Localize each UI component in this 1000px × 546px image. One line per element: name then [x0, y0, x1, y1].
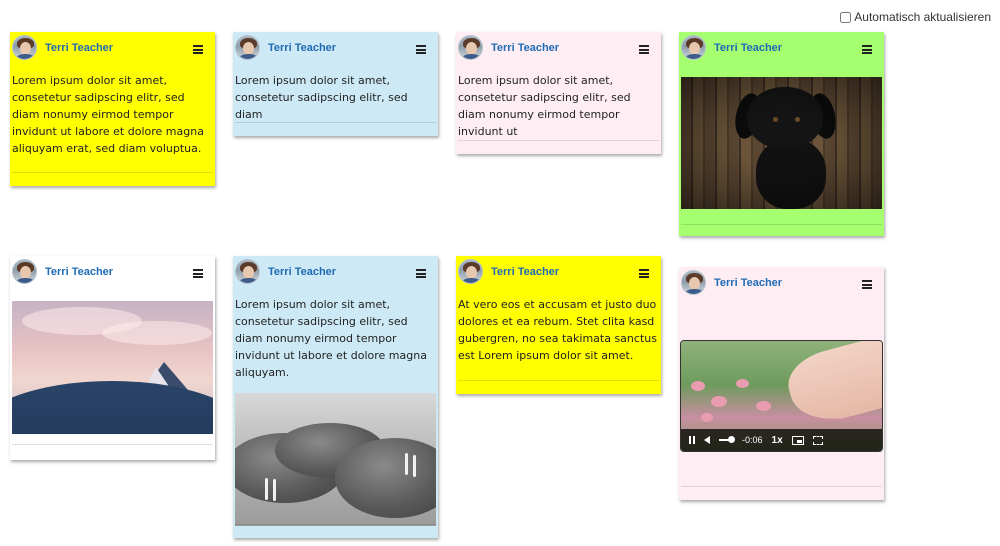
walrus-image[interactable] [235, 393, 436, 526]
avatar [235, 259, 260, 284]
menu-icon[interactable] [193, 45, 203, 54]
post-card: Terri Teacher -0:06 1x [679, 267, 884, 500]
avatar [681, 35, 706, 60]
pause-icon[interactable] [689, 436, 695, 444]
post-card: Terri Teacher [679, 32, 884, 236]
autoupdate-label: Automatisch aktualisieren [854, 10, 991, 24]
post-card: Terri Teacher [10, 256, 215, 460]
avatar [458, 35, 483, 60]
video-controls: -0:06 1x [681, 429, 882, 451]
card-footer [235, 524, 436, 538]
menu-icon[interactable] [639, 269, 649, 278]
author-name[interactable]: Terri Teacher [491, 42, 559, 54]
menu-icon[interactable] [862, 45, 872, 54]
menu-icon[interactable] [193, 269, 203, 278]
card-header: Terri Teacher [456, 256, 661, 296]
menu-icon[interactable] [416, 45, 426, 54]
card-header: Terri Teacher [10, 32, 215, 72]
video-time: -0:06 [742, 435, 763, 445]
mountain-image[interactable] [12, 301, 213, 434]
avatar [681, 270, 706, 295]
card-footer [681, 224, 882, 236]
post-card: Terri Teacher Lorem ipsum dolor sit amet… [233, 256, 438, 538]
card-text: Lorem ipsum dolor sit amet, consetetur s… [12, 74, 204, 155]
author-name[interactable]: Terri Teacher [268, 42, 336, 54]
card-footer [458, 380, 659, 394]
author-name[interactable]: Terri Teacher [714, 277, 782, 289]
menu-icon[interactable] [862, 280, 872, 289]
card-footer [235, 122, 436, 136]
menu-icon[interactable] [416, 269, 426, 278]
post-card: Terri Teacher At vero eos et accusam et … [456, 256, 661, 394]
card-header: Terri Teacher [233, 32, 438, 72]
card-header: Terri Teacher [679, 267, 884, 307]
avatar [235, 35, 260, 60]
card-header: Terri Teacher [456, 32, 661, 72]
dog-image[interactable] [681, 77, 882, 209]
card-text: Lorem ipsum dolor sit amet, consetetur s… [458, 74, 631, 138]
menu-icon[interactable] [639, 45, 649, 54]
author-name[interactable]: Terri Teacher [268, 266, 336, 278]
card-header: Terri Teacher [679, 32, 884, 72]
avatar [12, 35, 37, 60]
card-footer [458, 140, 659, 154]
fullscreen-icon[interactable] [812, 435, 823, 445]
card-header: Terri Teacher [10, 256, 215, 296]
autoupdate-toggle[interactable]: Automatisch aktualisieren [840, 10, 991, 24]
author-name[interactable]: Terri Teacher [45, 266, 113, 278]
post-card: Terri Teacher Lorem ipsum dolor sit amet… [10, 32, 215, 186]
avatar [458, 259, 483, 284]
picture-in-picture-icon[interactable] [791, 435, 804, 445]
post-card: Terri Teacher Lorem ipsum dolor sit amet… [233, 32, 438, 136]
video-player[interactable]: -0:06 1x [680, 340, 883, 452]
card-text: Lorem ipsum dolor sit amet, consetetur s… [235, 74, 408, 121]
card-text: Lorem ipsum dolor sit amet, consetetur s… [235, 298, 427, 379]
autoupdate-checkbox[interactable] [840, 11, 852, 23]
card-text: At vero eos et accusam et justo duo dolo… [458, 298, 657, 362]
post-card: Terri Teacher Lorem ipsum dolor sit amet… [456, 32, 661, 154]
author-name[interactable]: Terri Teacher [491, 266, 559, 278]
avatar [12, 259, 37, 284]
author-name[interactable]: Terri Teacher [714, 42, 782, 54]
author-name[interactable]: Terri Teacher [45, 42, 113, 54]
volume-icon[interactable] [704, 436, 710, 444]
playback-speed-button[interactable]: 1x [772, 435, 783, 446]
card-footer [12, 172, 213, 186]
card-footer [12, 444, 213, 460]
card-header: Terri Teacher [233, 256, 438, 296]
volume-slider[interactable] [719, 436, 735, 443]
card-footer [681, 486, 882, 500]
